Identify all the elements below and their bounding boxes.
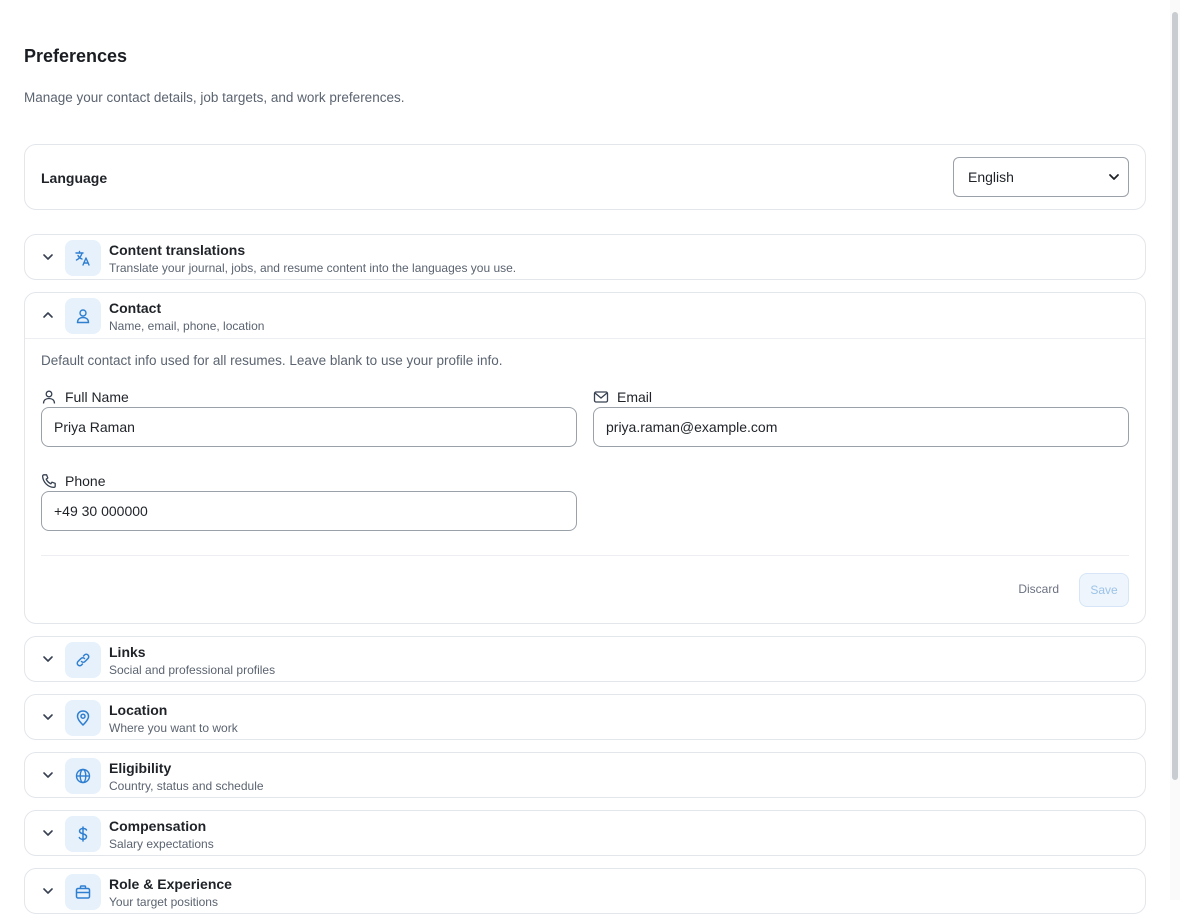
chevron-down-icon[interactable] [41,826,55,840]
section-subtitle: Translate your journal, jobs, and resume… [109,261,517,275]
page-subtitle: Manage your contact details, job targets… [24,90,405,105]
chevron-down-icon[interactable] [41,250,55,264]
section-title: Contact [109,300,162,316]
email-input[interactable] [593,407,1129,447]
scrollbar-thumb[interactable] [1172,12,1178,780]
language-card: Language English [24,144,1146,210]
full-name-input[interactable] [41,407,577,447]
map-pin-icon [65,700,101,736]
chevron-down-icon[interactable] [41,768,55,782]
section-title: Role & Experience [109,876,232,892]
section-links[interactable]: Links Social and professional profiles [24,636,1146,682]
translate-icon [65,240,101,276]
page-title: Preferences [24,46,128,66]
chevron-down-icon[interactable] [41,652,55,666]
page-scrollbar[interactable] [1170,0,1180,900]
section-subtitle: Social and professional profiles [109,663,276,677]
section-subtitle: Salary expectations [109,837,214,851]
discard-button[interactable]: Discard [1018,582,1059,596]
email-label: Email [593,389,652,405]
section-title: Links [109,644,146,660]
section-contact: Contact Name, email, phone, location Def… [24,292,1146,624]
full-name-label: Full Name [41,389,129,405]
section-title: Content translations [109,242,246,258]
phone-input[interactable] [41,491,577,531]
section-title: Compensation [109,818,207,834]
section-compensation[interactable]: Compensation Salary expectations [24,810,1146,856]
section-title: Eligibility [109,760,172,776]
chevron-up-icon[interactable] [41,308,55,322]
briefcase-icon [65,874,101,910]
dollar-icon [65,816,101,852]
section-role-experience[interactable]: Role & Experience Your target positions [24,868,1146,914]
user-icon [65,298,101,334]
language-select[interactable]: English [953,157,1129,197]
section-subtitle: Where you want to work [109,721,238,735]
chevron-down-icon[interactable] [41,884,55,898]
phone-label: Phone [41,473,105,489]
link-icon [65,642,101,678]
section-subtitle: Your target positions [109,895,218,909]
chevron-down-icon [1109,174,1119,180]
section-title: Location [109,702,168,718]
section-subtitle: Country, status and schedule [109,779,264,793]
section-contact-header[interactable]: Contact Name, email, phone, location [25,293,1145,339]
contact-description: Default contact info used for all resume… [41,353,503,368]
globe-icon [65,758,101,794]
section-subtitle: Name, email, phone, location [109,319,265,333]
section-location[interactable]: Location Where you want to work [24,694,1146,740]
phone-icon [41,474,56,489]
mail-icon [593,391,609,403]
language-selected-value: English [968,169,1014,185]
language-label: Language [41,170,108,186]
user-icon [42,390,56,404]
form-divider [41,555,1129,556]
section-content-translations[interactable]: Content translations Translate your jour… [24,234,1146,280]
section-eligibility[interactable]: Eligibility Country, status and schedule [24,752,1146,798]
save-button[interactable]: Save [1079,573,1129,607]
chevron-down-icon[interactable] [41,710,55,724]
